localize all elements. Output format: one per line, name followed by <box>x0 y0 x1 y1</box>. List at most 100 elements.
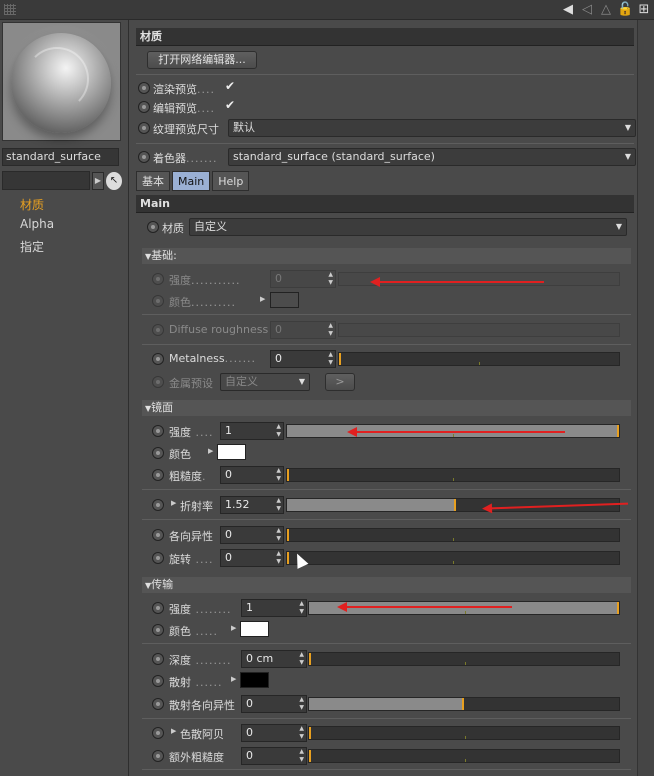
add-panel-icon[interactable]: ⊞ <box>636 2 652 18</box>
dispersion-slider[interactable] <box>308 726 620 740</box>
expand-dispersion-icon[interactable]: ▶ <box>171 727 176 735</box>
metal-preset-dropdown[interactable]: 自定义 ▼ <box>220 373 310 391</box>
material-preview[interactable] <box>2 22 121 141</box>
radio-specular-roughness[interactable] <box>152 469 164 481</box>
radio-scatter[interactable] <box>152 675 164 687</box>
rotation-input[interactable]: 0 ▲ ▼ <box>220 549 284 567</box>
radio-base-color[interactable] <box>152 295 164 307</box>
group-header-specular[interactable]: ▼镜面 <box>142 400 631 416</box>
metalness-input[interactable]: 0 ▲ ▼ <box>270 350 336 368</box>
radio-diffuse-roughness[interactable] <box>152 324 164 336</box>
slider-knob[interactable] <box>287 552 289 564</box>
base-strength-slider[interactable] <box>338 272 620 286</box>
open-node-editor-button[interactable]: 打开网络编辑器... <box>147 51 257 69</box>
search-menu-icon[interactable]: ▶ <box>92 172 104 190</box>
spinner-icon[interactable]: ▲ ▼ <box>299 651 304 667</box>
slider-knob[interactable] <box>617 602 619 614</box>
rotation-slider[interactable] <box>286 551 620 565</box>
slider-knob[interactable] <box>462 698 464 710</box>
spinner-icon[interactable]: ▲ ▼ <box>299 600 304 616</box>
group-header-transmission[interactable]: ▼传输 <box>142 577 631 593</box>
render-preview-checkbox[interactable]: ✔ <box>225 79 235 93</box>
expand-scatter-icon[interactable]: ▶ <box>231 675 236 683</box>
up-arrow-icon[interactable]: △ <box>598 2 614 18</box>
tab-basic[interactable]: 基本 <box>136 171 170 191</box>
spinner-icon[interactable]: ▲ ▼ <box>276 423 281 439</box>
scatter-color-swatch[interactable] <box>240 672 269 688</box>
slider-knob[interactable] <box>287 469 289 481</box>
scatter-anisotropy-input[interactable]: 0 ▲ ▼ <box>241 695 307 713</box>
nav-item-alpha[interactable]: Alpha <box>20 217 54 231</box>
specular-strength-input[interactable]: 1 ▲ ▼ <box>220 422 284 440</box>
lock-icon[interactable]: 🔓 <box>617 2 633 18</box>
slider-knob[interactable] <box>309 653 311 665</box>
radio-transmission-strength[interactable] <box>152 602 164 614</box>
depth-slider[interactable] <box>308 652 620 666</box>
radio-anisotropy[interactable] <box>152 529 164 541</box>
anisotropy-slider[interactable] <box>286 528 620 542</box>
spinner-icon[interactable]: ▲ ▼ <box>276 497 281 513</box>
shader-dropdown[interactable]: standard_surface (standard_surface) ▼ <box>228 148 636 166</box>
spinner-icon[interactable]: ▲ ▼ <box>328 351 333 367</box>
diffuse-roughness-input[interactable]: 0 ▲ ▼ <box>270 321 336 339</box>
nav-item-material[interactable]: 材质 <box>20 196 44 213</box>
radio-ior[interactable] <box>152 499 164 511</box>
extra-roughness-slider[interactable] <box>308 749 620 763</box>
radio-dispersion[interactable] <box>152 727 164 739</box>
specular-color-swatch[interactable] <box>217 444 246 460</box>
ior-input[interactable]: 1.52 ▲ ▼ <box>220 496 284 514</box>
search-input[interactable] <box>2 171 90 190</box>
forward-arrow-icon[interactable]: ◁ <box>579 2 595 18</box>
specular-roughness-slider[interactable] <box>286 468 620 482</box>
spinner-icon[interactable]: ▲ ▼ <box>276 467 281 483</box>
expand-color-icon[interactable]: ▶ <box>208 447 213 455</box>
radio-shader[interactable] <box>138 151 150 163</box>
spinner-icon[interactable]: ▲ ▼ <box>328 271 333 287</box>
tab-main[interactable]: Main <box>172 171 211 191</box>
extra-roughness-input[interactable]: 0 ▲ ▼ <box>241 747 307 765</box>
slider-knob[interactable] <box>617 425 619 437</box>
slider-knob[interactable] <box>309 727 311 739</box>
drag-grip-icon[interactable] <box>4 4 16 15</box>
tab-help[interactable]: Help <box>212 171 250 191</box>
radio-extra-roughness[interactable] <box>152 750 164 762</box>
transmission-color-swatch[interactable] <box>240 621 269 637</box>
radio-material[interactable] <box>147 221 159 233</box>
spinner-icon[interactable]: ▲ ▼ <box>328 322 333 338</box>
expand-ior-icon[interactable]: ▶ <box>171 499 176 507</box>
material-name-field[interactable]: standard_surface <box>2 148 119 166</box>
radio-rotation[interactable] <box>152 552 164 564</box>
base-strength-input[interactable]: 0 ▲ ▼ <box>270 270 336 288</box>
slider-knob[interactable] <box>287 529 289 541</box>
radio-metalness[interactable] <box>152 353 164 365</box>
radio-transmission-color[interactable] <box>152 624 164 636</box>
expand-color-icon[interactable]: ▶ <box>231 624 236 632</box>
radio-depth[interactable] <box>152 653 164 665</box>
radio-scatter-anisotropy[interactable] <box>152 698 164 710</box>
spinner-icon[interactable]: ▲ ▼ <box>299 748 304 764</box>
spinner-icon[interactable]: ▲ ▼ <box>276 527 281 543</box>
radio-specular-strength[interactable] <box>152 425 164 437</box>
transmission-strength-input[interactable]: 1 ▲ ▼ <box>241 599 307 617</box>
base-color-swatch[interactable] <box>270 292 299 308</box>
diffuse-roughness-slider[interactable] <box>338 323 620 337</box>
radio-specular-color[interactable] <box>152 447 164 459</box>
group-header-base[interactable]: ▼基础: <box>142 248 631 264</box>
slider-knob[interactable] <box>339 353 341 365</box>
radio-editor-preview[interactable] <box>138 101 150 113</box>
expand-color-icon[interactable]: ▶ <box>260 295 265 303</box>
slider-knob[interactable] <box>309 750 311 762</box>
radio-metal-preset[interactable] <box>152 376 164 388</box>
material-preset-dropdown[interactable]: 自定义 ▼ <box>189 218 627 236</box>
texture-preview-size-dropdown[interactable]: 默认 ▼ <box>228 119 636 137</box>
scatter-anisotropy-slider[interactable] <box>308 697 620 711</box>
editor-preview-checkbox[interactable]: ✔ <box>225 98 235 112</box>
dispersion-input[interactable]: 0 ▲ ▼ <box>241 724 307 742</box>
radio-base-strength[interactable] <box>152 273 164 285</box>
metal-preset-apply-button[interactable]: > <box>325 373 355 391</box>
radio-texture-preview-size[interactable] <box>138 122 150 134</box>
nav-item-assign[interactable]: 指定 <box>20 238 44 255</box>
slider-knob[interactable] <box>454 499 457 511</box>
anisotropy-input[interactable]: 0 ▲ ▼ <box>220 526 284 544</box>
specular-roughness-input[interactable]: 0 ▲ ▼ <box>220 466 284 484</box>
